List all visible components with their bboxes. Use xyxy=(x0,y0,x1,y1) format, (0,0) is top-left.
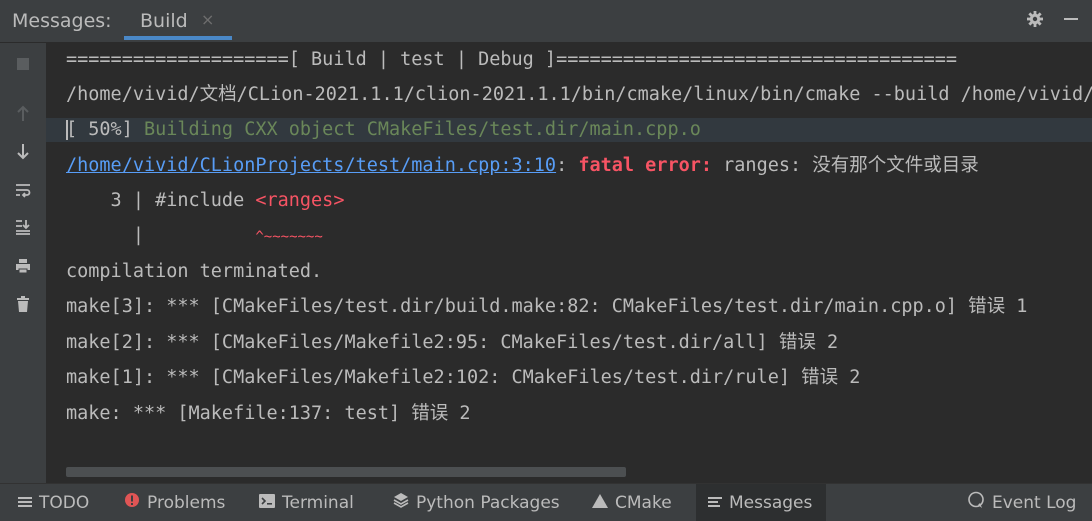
error-separator: : xyxy=(556,155,579,176)
build-output-console[interactable]: ====================[ Build | test | Deb… xyxy=(46,43,1092,483)
source-highlight: <ranges> xyxy=(255,190,345,211)
down-arrow-icon[interactable] xyxy=(12,140,34,162)
progress-bracket: [ 50%] xyxy=(66,119,133,140)
tab-build-label: Build xyxy=(140,10,188,32)
console-line-progress: [ 50%] Building CXX object CMakeFiles/te… xyxy=(46,118,1092,142)
layers-icon xyxy=(393,492,409,513)
messages-icon xyxy=(708,493,722,513)
messages-toolwindow-header: Messages: Build × xyxy=(0,0,1092,43)
marker-prefix: | xyxy=(66,225,256,246)
close-icon[interactable]: × xyxy=(201,10,214,29)
file-location-link[interactable]: /home/vivid/CLionProjects/test/main.cpp:… xyxy=(66,155,556,176)
console-line-error: /home/vivid/CLionProjects/test/main.cpp:… xyxy=(66,154,979,178)
triangle-icon xyxy=(592,493,608,513)
console-line: compilation terminated. xyxy=(66,261,323,282)
scroll-to-end-icon[interactable] xyxy=(12,216,34,238)
tab-problems-label: Problems xyxy=(147,492,226,513)
console-line: make: *** [Makefile:137: test] 错误 2 xyxy=(66,403,471,424)
console-line-marker: | ^~~~~~~~ xyxy=(66,224,323,249)
gear-icon[interactable] xyxy=(1024,8,1046,30)
minimize-icon[interactable] xyxy=(1060,8,1082,30)
source-prefix: 3 | #include xyxy=(66,190,256,211)
terminal-icon xyxy=(259,493,275,513)
tab-messages[interactable]: Messages xyxy=(696,484,827,521)
console-line: make[2]: *** [CMakeFiles/Makefile2:95: C… xyxy=(66,332,839,353)
up-arrow-icon[interactable] xyxy=(12,103,34,125)
tab-terminal[interactable]: Terminal xyxy=(259,484,354,521)
console-line: make[1]: *** [CMakeFiles/Makefile2:102: … xyxy=(66,367,861,388)
stop-icon[interactable] xyxy=(12,53,34,75)
trash-icon[interactable] xyxy=(12,293,34,315)
horizontal-scrollbar[interactable] xyxy=(66,467,626,477)
toolwindow-title: Messages: xyxy=(12,10,112,32)
tab-event-log-label: Event Log xyxy=(992,492,1077,513)
messages-toolbar xyxy=(0,43,46,483)
error-message: ranges: 没有那个文件或目录 xyxy=(712,155,979,176)
console-line-source: 3 | #include <ranges> xyxy=(66,189,345,213)
tab-todo[interactable]: TODO xyxy=(18,484,89,521)
progress-message: Building CXX object CMakeFiles/test.dir/… xyxy=(132,119,701,140)
caret-cursor xyxy=(66,120,68,140)
fatal-error-label: fatal error: xyxy=(578,155,713,176)
console-line: /home/vivid/文档/CLion-2021.1.1/clion-2021… xyxy=(66,84,1092,105)
tab-problems[interactable]: Problems xyxy=(124,484,225,521)
error-marker: ^~~~~~~~ xyxy=(255,229,323,245)
tab-terminal-label: Terminal xyxy=(282,492,354,513)
soft-wrap-icon[interactable] xyxy=(12,179,34,201)
error-circle-icon xyxy=(124,492,140,513)
tab-python-packages[interactable]: Python Packages xyxy=(393,484,560,521)
tab-python-packages-label: Python Packages xyxy=(416,492,560,513)
tool-window-bar: TODO Problems Terminal Python Packages C… xyxy=(0,483,1092,521)
console-line: make[3]: *** [CMakeFiles/test.dir/build.… xyxy=(66,296,1028,317)
print-icon[interactable] xyxy=(12,255,34,277)
tab-messages-label: Messages xyxy=(729,492,813,513)
active-tab-indicator xyxy=(124,36,232,40)
console-line: ====================[ Build | test | Deb… xyxy=(66,49,958,70)
tab-cmake[interactable]: CMake xyxy=(592,484,672,521)
tab-event-log[interactable]: Event Log xyxy=(967,484,1076,521)
tab-cmake-label: CMake xyxy=(615,492,672,513)
list-icon xyxy=(18,493,32,513)
tab-build[interactable]: Build × xyxy=(124,0,232,42)
speech-bubble-icon xyxy=(967,491,985,514)
tab-todo-label: TODO xyxy=(39,492,90,513)
